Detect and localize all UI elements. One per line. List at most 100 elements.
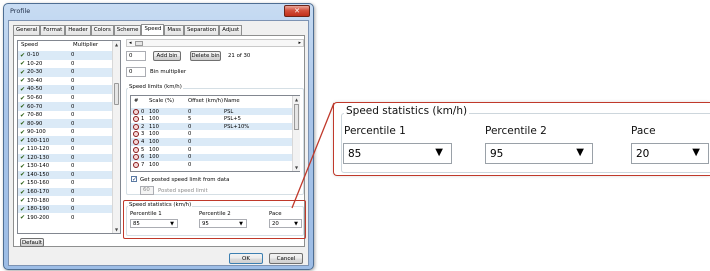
limit-radio-icon[interactable] bbox=[133, 146, 139, 153]
speed-limit-row[interactable]: 7 100 0 bbox=[131, 161, 293, 168]
checkmark-icon[interactable]: ✔ bbox=[20, 121, 25, 127]
speed-list-row[interactable]: ✔ 0-10 0 bbox=[18, 51, 112, 60]
bin-speed-field[interactable]: 0 bbox=[126, 51, 146, 61]
speed-list-row[interactable]: ✔ 70-80 0 bbox=[18, 111, 112, 120]
checkmark-icon[interactable]: ✔ bbox=[20, 112, 25, 118]
speed-list-row[interactable]: ✔ 50-60 0 bbox=[18, 94, 112, 103]
speed-list-row[interactable]: ✔ 110-120 0 bbox=[18, 145, 112, 154]
speed-limit-row[interactable]: 4 100 0 bbox=[131, 138, 293, 146]
checkmark-icon[interactable]: ✔ bbox=[20, 180, 25, 186]
speed-list-row[interactable]: ✔ 150-160 0 bbox=[18, 179, 112, 188]
checkmark-icon[interactable]: ✔ bbox=[20, 52, 25, 58]
checkmark-icon[interactable]: ✔ bbox=[20, 61, 25, 67]
speed-range: 70-80 bbox=[27, 112, 43, 119]
zoom-percentile1-select[interactable]: 85 ▼ bbox=[343, 143, 452, 164]
col-offset[interactable]: Offset (km/h) bbox=[188, 98, 223, 104]
tab-format[interactable]: Format bbox=[40, 25, 66, 35]
speed-list-row[interactable]: ✔ 80-90 0 bbox=[18, 119, 112, 128]
tab-adjust[interactable]: Adjust bbox=[219, 25, 243, 35]
bin-multiplier-label: Bin multiplier bbox=[150, 69, 187, 75]
col-number[interactable]: # bbox=[134, 98, 138, 104]
horizontal-scroll-thumb[interactable] bbox=[135, 41, 143, 46]
speed-limits-table[interactable]: # Scale (%) Offset (km/h) Name 0 100 0 PSL 1… bbox=[130, 95, 300, 172]
tab-header[interactable]: Header bbox=[65, 25, 91, 35]
default-button[interactable]: Default bbox=[20, 238, 44, 247]
multiplier-column-header[interactable]: Multiplier bbox=[73, 41, 98, 50]
checkmark-icon[interactable]: ✔ bbox=[20, 78, 25, 84]
speed-limit-row[interactable]: 1 100 5 PSL+5 bbox=[131, 116, 293, 123]
limit-name: PSL+10% bbox=[224, 123, 250, 130]
limit-radio-icon[interactable] bbox=[133, 123, 139, 130]
speed-list-row[interactable]: ✔ 170-180 0 bbox=[18, 196, 112, 205]
bins-scrollbar[interactable]: ◂ ▸ bbox=[126, 39, 304, 47]
speed-list-row[interactable]: ✔ 140-150 0 bbox=[18, 170, 112, 180]
speed-multiplier: 0 bbox=[71, 86, 75, 93]
speed-list-row[interactable]: ✔ 160-170 0 bbox=[18, 187, 112, 197]
checkmark-icon[interactable]: ✔ bbox=[20, 146, 25, 152]
speed-limits-rows: 0 100 0 PSL 1 100 5 PSL+5 2 110 0 PSL+10% 3 100 0 4 100 0… bbox=[131, 108, 293, 170]
speed-list-row[interactable]: ✔ 130-140 0 bbox=[18, 162, 112, 171]
speed-limit-row[interactable]: 6 100 0 bbox=[131, 153, 293, 161]
ok-button[interactable]: OK bbox=[229, 253, 263, 264]
checkmark-icon[interactable]: ✔ bbox=[20, 138, 25, 144]
tab-mass[interactable]: Mass bbox=[164, 25, 184, 35]
tab-separation[interactable]: Separation bbox=[183, 25, 220, 35]
speed-limit-row[interactable]: 2 110 0 PSL+10% bbox=[131, 123, 293, 131]
zoom-pace-select[interactable]: 20 ▼ bbox=[631, 143, 709, 164]
checkmark-icon[interactable]: ✔ bbox=[20, 95, 25, 101]
checkmark-icon[interactable]: ✔ bbox=[20, 129, 25, 135]
tab-colors[interactable]: Colors bbox=[90, 25, 114, 35]
tab-speed[interactable]: Speed bbox=[141, 24, 165, 35]
speed-list-row[interactable]: ✔ 30-40 0 bbox=[18, 77, 112, 86]
limit-offset: 0 bbox=[188, 123, 192, 130]
limit-radio-icon[interactable] bbox=[133, 108, 139, 115]
scroll-down-icon[interactable]: ▼ bbox=[113, 227, 120, 232]
scroll-thumb[interactable] bbox=[114, 83, 119, 105]
speed-list-row[interactable]: ✔ 120-130 0 bbox=[18, 153, 112, 163]
limit-radio-icon[interactable] bbox=[133, 161, 139, 168]
tab-general[interactable]: General bbox=[13, 25, 41, 35]
speed-list-scrollbar[interactable]: ▲ ▼ bbox=[112, 41, 120, 233]
scroll-left-icon[interactable]: ◂ bbox=[129, 40, 132, 46]
bin-multiplier-field[interactable]: 0 bbox=[126, 67, 146, 77]
limit-radio-icon[interactable] bbox=[133, 116, 139, 123]
checkmark-icon[interactable]: ✔ bbox=[20, 155, 25, 161]
col-scale[interactable]: Scale (%) bbox=[149, 98, 174, 104]
add-bin-button[interactable]: Add bin bbox=[153, 51, 181, 61]
checkmark-icon[interactable]: ✔ bbox=[20, 189, 25, 195]
checkmark-icon[interactable]: ✔ bbox=[20, 86, 25, 92]
limit-radio-icon[interactable] bbox=[133, 138, 139, 145]
speed-list-row[interactable]: ✔ 10-20 0 bbox=[18, 60, 112, 69]
checkmark-icon[interactable]: ✔ bbox=[20, 206, 25, 212]
posted-speed-field[interactable]: 60 bbox=[140, 186, 154, 195]
checkmark-icon[interactable]: ✔ bbox=[20, 215, 25, 221]
tab-scheme[interactable]: Scheme bbox=[113, 25, 142, 35]
speed-column-header[interactable]: Speed bbox=[21, 41, 73, 50]
speed-bins-list[interactable]: Speed Multiplier ✔ 0-10 0 ✔ 10-20 0 ✔ 20-30 0 ✔ 30… bbox=[17, 40, 121, 234]
checkmark-icon[interactable]: ✔ bbox=[20, 69, 25, 75]
checkmark-icon[interactable]: ✔ bbox=[20, 198, 25, 204]
speed-list-row[interactable]: ✔ 100-110 0 bbox=[18, 136, 112, 146]
speed-limit-row[interactable]: 5 100 0 bbox=[131, 146, 293, 153]
zoom-percentile2-select[interactable]: 95 ▼ bbox=[485, 143, 593, 164]
speed-limit-row[interactable]: 0 100 0 PSL bbox=[131, 108, 293, 116]
speed-list-row[interactable]: ✔ 190-200 0 bbox=[18, 213, 112, 222]
delete-bin-button[interactable]: Delete bin bbox=[190, 51, 221, 61]
speed-list-row[interactable]: ✔ 40-50 0 bbox=[18, 85, 112, 94]
speed-list-row[interactable]: ✔ 90-100 0 bbox=[18, 128, 112, 137]
limit-radio-icon[interactable] bbox=[133, 131, 139, 138]
speed-list-row[interactable]: ✔ 20-30 0 bbox=[18, 68, 112, 77]
speed-limit-row[interactable]: 3 100 0 bbox=[131, 131, 293, 138]
cancel-button[interactable]: Cancel bbox=[269, 253, 303, 264]
checkmark-icon[interactable]: ✔ bbox=[20, 104, 25, 110]
limit-radio-icon[interactable] bbox=[133, 154, 139, 161]
checkmark-icon[interactable]: ✔ bbox=[20, 172, 25, 178]
col-name[interactable]: Name bbox=[224, 98, 240, 104]
get-posted-checkbox[interactable]: ✓ bbox=[131, 176, 137, 183]
scroll-right-icon[interactable]: ▸ bbox=[298, 40, 301, 46]
checkmark-icon[interactable]: ✔ bbox=[20, 163, 25, 169]
speed-list-row[interactable]: ✔ 60-70 0 bbox=[18, 102, 112, 111]
close-button[interactable]: ✕ bbox=[284, 5, 310, 17]
speed-list-row[interactable]: ✔ 180-190 0 bbox=[18, 204, 112, 214]
scroll-up-icon[interactable]: ▲ bbox=[113, 42, 120, 47]
